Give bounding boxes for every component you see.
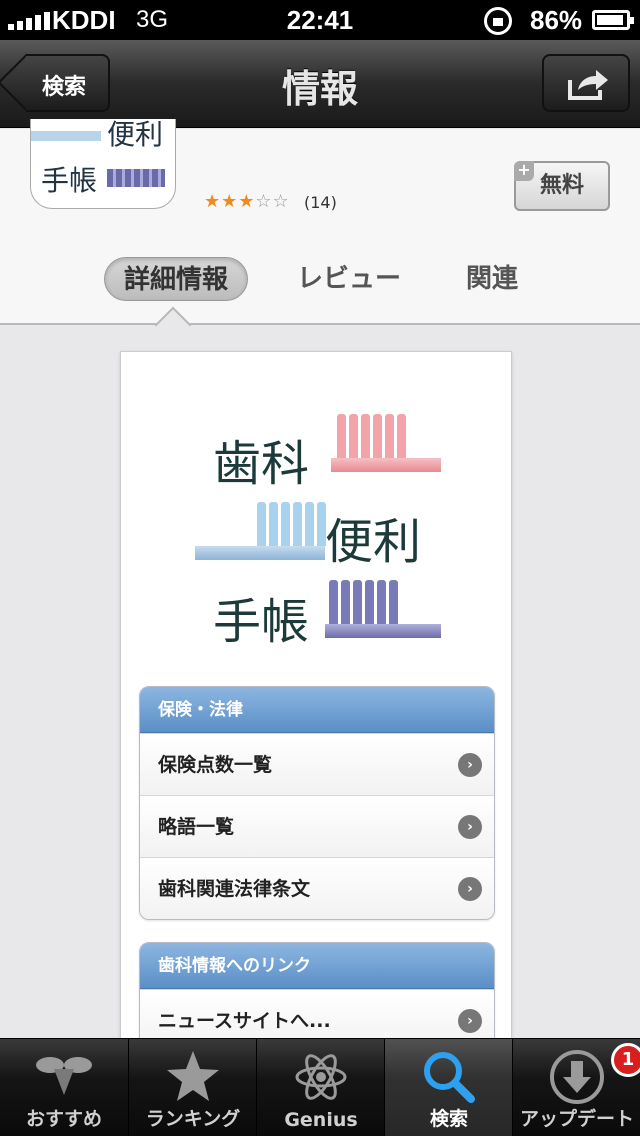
group-header: 歯科情報へのリンク (140, 943, 494, 989)
tab-label: ランキング (145, 1108, 241, 1130)
status-bar: KDDI 3G 22:41 86% (0, 0, 640, 40)
list-item-label: ニュースサイトへ... (158, 1010, 331, 1032)
search-icon (424, 1052, 475, 1103)
chevron-right-icon: › (458, 815, 482, 839)
share-button[interactable] (542, 54, 630, 112)
tab-details[interactable]: 詳細情報 (104, 257, 248, 301)
tab-genius[interactable]: Genius (256, 1039, 384, 1136)
purple-toothbrush-icon (325, 578, 441, 638)
chevron-right-icon: › (458, 1009, 482, 1033)
segmented-tabs: 詳細情報 レビュー 関連 (0, 257, 640, 301)
app-header: 便利 手帳 ★★★☆☆ (14) + 無料 詳細情報 レビュー 関連 (0, 119, 640, 325)
tab-ranking[interactable]: ランキング (128, 1039, 256, 1136)
app-screenshot[interactable]: 歯科 便利 手帳 保険・法律 保険点数一覧 › 略語一覧 › 歯科関連法律条文 … (120, 351, 512, 1071)
battery-icon (592, 10, 634, 30)
battery-percentage: 86% (530, 5, 583, 35)
list-item-label: 歯科関連法律条文 (158, 878, 311, 900)
updates-badge: 1 (611, 1043, 640, 1077)
group-insurance-law: 保険・法律 保険点数一覧 › 略語一覧 › 歯科関連法律条文 › (139, 686, 495, 920)
review-count: (14) (304, 193, 337, 212)
logo-line-2: 便利 (325, 514, 422, 570)
price-button[interactable]: + 無料 (514, 161, 610, 211)
rating-filled-stars: ★★★ (204, 191, 256, 212)
list-item-label: 略語一覧 (158, 816, 235, 838)
tab-label: おすすめ (25, 1108, 102, 1130)
tab-bar: おすすめ ランキング Genius 検索 アップデート 1 (0, 1038, 640, 1136)
tab-updates[interactable]: アップデート 1 (512, 1039, 640, 1136)
tab-label: アップデート (519, 1108, 634, 1130)
atom-icon (295, 1054, 347, 1100)
group-header: 保険・法律 (140, 687, 494, 733)
list-item-label: 保険点数一覧 (158, 754, 273, 776)
featured-icon (36, 1057, 92, 1095)
download-icon (550, 1050, 604, 1104)
list-item[interactable]: 歯科関連法律条文 › (140, 857, 494, 919)
share-icon (568, 70, 608, 100)
app-icon-text-1: 便利 (107, 119, 164, 151)
list-item[interactable]: 略語一覧 › (140, 795, 494, 857)
blue-toothbrush-icon (195, 500, 326, 560)
tab-label: 検索 (429, 1108, 468, 1130)
logo-line-3: 手帳 (213, 594, 310, 650)
list-item[interactable]: 保険点数一覧 › (140, 733, 494, 795)
rating-empty-stars: ☆☆ (255, 191, 290, 212)
tab-label: Genius (284, 1109, 358, 1131)
star-icon (167, 1051, 219, 1101)
tab-related[interactable]: 関連 (452, 257, 532, 301)
logo-line-1: 歯科 (213, 436, 310, 492)
chevron-right-icon: › (458, 877, 482, 901)
plus-icon: + (514, 161, 534, 181)
tab-featured[interactable]: おすすめ (0, 1039, 128, 1136)
price-label: 無料 (539, 173, 584, 198)
group-dental-links: 歯科情報へのリンク ニュースサイトへ... › (139, 942, 495, 1052)
chevron-right-icon: › (458, 753, 482, 777)
navigation-bar: 検索 情報 (0, 40, 640, 128)
rotation-lock-icon (484, 7, 512, 35)
app-logo-image: 歯科 便利 手帳 (195, 402, 441, 656)
pink-toothbrush-icon (331, 412, 441, 472)
star-rating: ★★★☆☆ (204, 191, 290, 212)
app-icon: 便利 手帳 (30, 119, 176, 209)
app-icon-text-2: 手帳 (41, 164, 98, 197)
tab-search[interactable]: 検索 (384, 1039, 512, 1136)
tab-reviews[interactable]: レビュー (282, 257, 416, 301)
